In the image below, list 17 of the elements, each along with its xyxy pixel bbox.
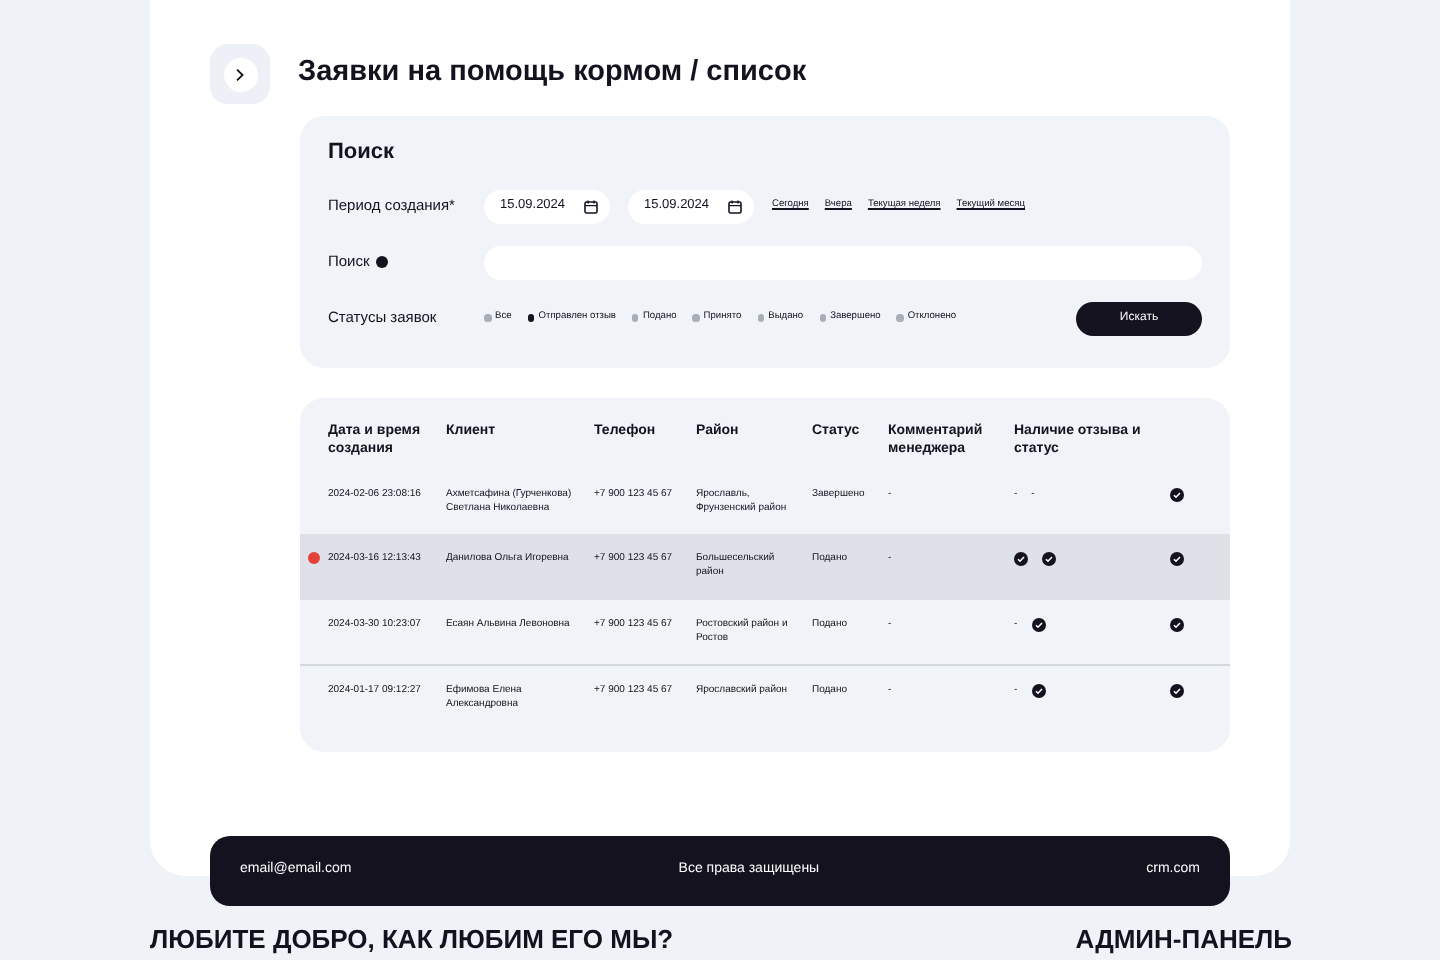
info-icon: [375, 256, 388, 268]
slogan: ЛЮБИТЕ ДОБРО, КАК ЛЮБИМ ЕГО МЫ?: [150, 924, 674, 956]
calendar-icon: [728, 199, 742, 213]
check-icon: [1170, 552, 1184, 567]
check-icon: [1170, 617, 1184, 632]
check-icon: [1014, 552, 1028, 567]
panel-title: Поиск: [328, 138, 397, 168]
check-icon: [1031, 617, 1046, 632]
check-icon: [1170, 684, 1184, 699]
calendar-icon: [584, 199, 598, 213]
chevron-right-icon: [234, 67, 246, 81]
admin-heading: АДМИН-ПАНЕЛЬ: [1075, 924, 1292, 956]
check-icon: [1042, 552, 1056, 567]
expand-button[interactable]: [210, 44, 270, 104]
page-title: Заявки на помощь кормом / список: [298, 56, 807, 92]
check-icon: [1031, 684, 1046, 699]
check-icon: [1170, 487, 1184, 502]
